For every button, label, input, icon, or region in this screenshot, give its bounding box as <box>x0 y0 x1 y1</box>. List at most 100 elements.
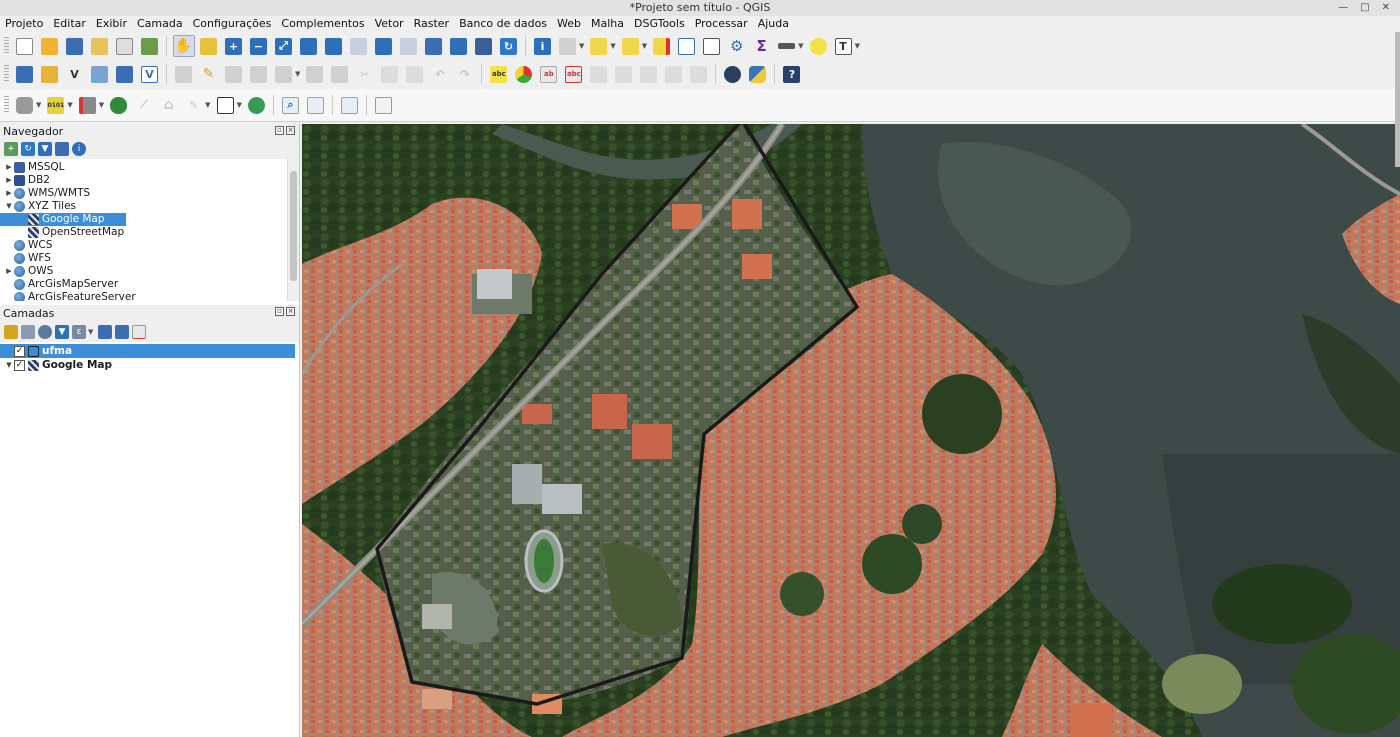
chevron-right-icon[interactable]: ▶ <box>4 174 14 187</box>
search-tool-button[interactable]: ⌕ <box>279 94 301 116</box>
identify-button[interactable]: i <box>532 35 554 57</box>
expand-all-icon[interactable] <box>98 325 113 339</box>
chevron-down-icon[interactable]: ▼ <box>610 42 615 50</box>
dsg-tool-4-button[interactable] <box>89 63 111 85</box>
layout-manager-button[interactable] <box>114 35 136 57</box>
help-button[interactable]: ? <box>781 63 803 85</box>
menu-raster[interactable]: Raster <box>409 16 454 32</box>
navigator-item[interactable]: ▶ MSSQL <box>0 161 299 174</box>
processing-toolbox-button[interactable]: ⚙ <box>726 35 748 57</box>
remove-layer-icon[interactable] <box>132 325 147 339</box>
show-bookmarks-button[interactable] <box>473 35 495 57</box>
chevron-down-icon[interactable]: ▼ <box>4 359 14 372</box>
select-features-button[interactable] <box>588 35 610 57</box>
dsg-tool-2-button[interactable] <box>39 63 61 85</box>
field-calculator-button[interactable] <box>701 35 723 57</box>
menu-dsgtools[interactable]: DSGTools <box>629 16 690 32</box>
current-edits-button[interactable] <box>173 63 195 85</box>
georeferencer-button[interactable] <box>245 94 267 116</box>
menu-processar[interactable]: Processar <box>690 16 753 32</box>
navigator-item[interactable]: ▼ XYZ Tiles <box>0 200 299 213</box>
style-manager-button[interactable] <box>139 35 161 57</box>
move-label-button[interactable] <box>613 63 635 85</box>
zoom-in-button[interactable]: + <box>223 35 245 57</box>
filter-legend-icon[interactable]: ▼ <box>55 325 69 339</box>
navigator-item[interactable]: OpenStreetMap <box>0 226 299 239</box>
menu-malha[interactable]: Malha <box>586 16 629 32</box>
filter-icon[interactable]: ▼ <box>38 142 52 156</box>
navigator-item[interactable]: ArcGisFeatureServer <box>0 291 299 301</box>
add-group-icon[interactable] <box>21 325 35 339</box>
diagram-options-button[interactable] <box>513 63 535 85</box>
dsg-tool-1-button[interactable] <box>14 63 36 85</box>
zoom-to-layer-button[interactable] <box>323 35 345 57</box>
chevron-down-icon[interactable]: ▼ <box>295 70 300 78</box>
navigator-item[interactable]: Google Map <box>0 213 126 226</box>
home-button[interactable]: ⌂ <box>158 94 180 116</box>
menu-vetor[interactable]: Vetor <box>370 16 409 32</box>
refresh-button[interactable]: ↻ <box>498 35 520 57</box>
toolbar-scroll-indicator[interactable] <box>1395 32 1400 167</box>
pan-map-button[interactable]: ✋ <box>172 35 195 57</box>
zoom-full-button[interactable]: ⤢ <box>273 35 295 57</box>
attribute-table-button[interactable] <box>676 35 698 57</box>
chevron-down-icon[interactable]: ▼ <box>36 101 41 109</box>
zoom-last-button[interactable] <box>373 35 395 57</box>
navigator-item[interactable]: WFS <box>0 252 299 265</box>
rotate-label-button[interactable] <box>638 63 660 85</box>
chart-tool-button[interactable] <box>338 94 360 116</box>
chevron-down-icon[interactable]: ▼ <box>205 101 210 109</box>
text-annotation-button[interactable]: T <box>832 35 854 57</box>
navigator-item[interactable]: ArcGisMapServer <box>0 278 299 291</box>
show-hide-labels-button[interactable] <box>588 63 610 85</box>
layer-visibility-checkbox[interactable]: ✓ <box>14 345 25 357</box>
layer-item[interactable]: ✓ ufma <box>0 344 295 358</box>
deselect-all-button[interactable] <box>651 35 673 57</box>
chevron-down-icon[interactable]: ▼ <box>67 101 72 109</box>
navigator-item[interactable]: WCS <box>0 239 299 252</box>
highlight-pinned-labels-button[interactable]: ab <box>538 63 560 85</box>
add-cloud-layer-button[interactable] <box>108 94 130 116</box>
navigator-item[interactable]: ▶ WMS/WMTS <box>0 187 299 200</box>
digitize-tool-button[interactable]: ✎ <box>183 94 205 116</box>
chevron-down-icon[interactable]: ▼ <box>237 101 242 109</box>
add-database-layer-button[interactable] <box>14 94 36 116</box>
menu-configuracoes[interactable]: Configurações <box>188 16 277 32</box>
chevron-right-icon[interactable]: ▶ <box>4 187 14 200</box>
label-toolbar-button[interactable]: abc <box>488 63 510 85</box>
delete-selected-button[interactable] <box>329 63 351 85</box>
chevron-down-icon[interactable]: ▼ <box>99 101 104 109</box>
map-tips-button[interactable] <box>807 35 829 57</box>
save-project-button[interactable] <box>64 35 86 57</box>
menu-complementos[interactable]: Complementos <box>276 16 369 32</box>
select-by-value-button[interactable] <box>619 35 641 57</box>
dsg-tool-6-button[interactable]: V <box>139 63 161 85</box>
new-bookmark-button[interactable] <box>448 35 470 57</box>
python-console-button[interactable] <box>747 63 769 85</box>
layer-item[interactable]: ▼ ✓ Google Map <box>0 358 295 372</box>
info-icon[interactable]: i <box>72 142 86 156</box>
toolbar-handle[interactable] <box>4 37 9 55</box>
chevron-down-icon[interactable]: ▼ <box>642 42 647 50</box>
toolbar-handle[interactable] <box>4 65 9 83</box>
collapse-all-icon[interactable] <box>115 325 130 339</box>
maximize-icon[interactable]: □ <box>1360 0 1369 16</box>
refresh-icon[interactable]: ↻ <box>21 142 35 156</box>
open-project-button[interactable] <box>39 35 61 57</box>
chevron-down-icon[interactable]: ▼ <box>798 42 803 50</box>
dsg-tool-5-button[interactable] <box>114 63 136 85</box>
menu-banco-de-dados[interactable]: Banco de dados <box>454 16 552 32</box>
style-layer-icon[interactable] <box>4 325 18 339</box>
close-panel-icon[interactable]: × <box>286 307 295 316</box>
add-selected-layers-icon[interactable]: + <box>4 142 18 156</box>
shape-tool-button[interactable] <box>214 94 236 116</box>
digitize-button[interactable] <box>248 63 270 85</box>
new-map-view-button[interactable] <box>423 35 445 57</box>
chevron-right-icon[interactable]: ▶ <box>4 265 14 278</box>
layer-visibility-checkbox[interactable]: ✓ <box>14 359 25 371</box>
close-icon[interactable]: ✕ <box>1382 0 1390 16</box>
new-print-layout-button[interactable] <box>89 35 111 57</box>
chevron-right-icon[interactable]: ▶ <box>4 161 14 174</box>
statistical-summary-button[interactable]: Σ <box>751 35 773 57</box>
zoom-out-button[interactable]: − <box>248 35 270 57</box>
